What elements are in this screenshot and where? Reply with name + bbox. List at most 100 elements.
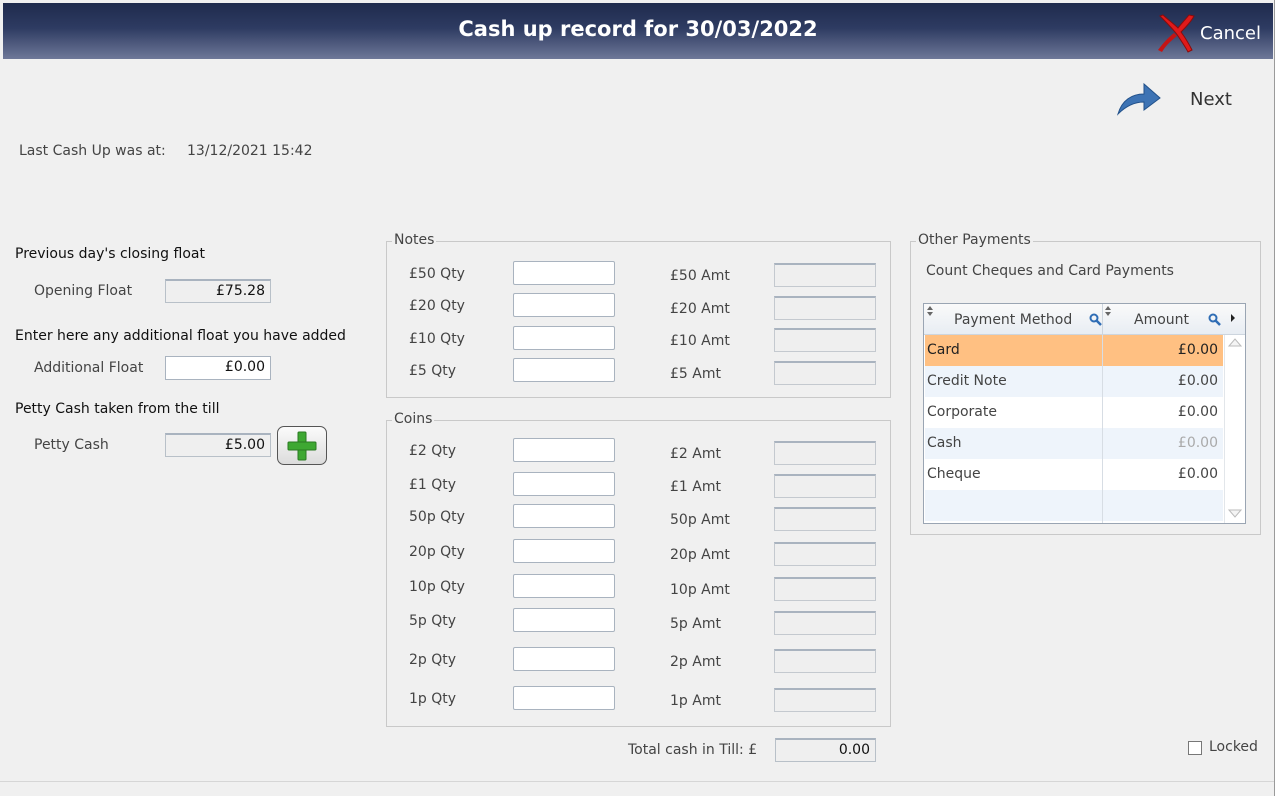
- title-bar: Cash up record for 30/03/2022 Cancel: [3, 3, 1273, 59]
- qty-input-10[interactable]: [513, 326, 615, 350]
- column-divider: [1102, 335, 1103, 523]
- header-divider: [1102, 304, 1103, 335]
- table-row[interactable]: Credit Note £0.00: [925, 366, 1223, 397]
- cancel-label: Cancel: [1200, 22, 1261, 44]
- grid-header: Payment Method Amount: [924, 304, 1245, 335]
- amt-label-1p: 1p Amt: [670, 693, 721, 709]
- qty-input-20p[interactable]: [513, 539, 615, 563]
- qty-label-1pound: £1 Qty: [409, 477, 457, 493]
- qty-input-1pound[interactable]: [513, 472, 615, 496]
- amt-label-1pound: £1 Amt: [670, 479, 721, 495]
- qty-label-20p: 20p Qty: [409, 544, 465, 560]
- qty-label-50: £50 Qty: [409, 266, 465, 282]
- add-petty-cash-button[interactable]: [277, 426, 327, 465]
- amt-field-50: [774, 263, 876, 287]
- qty-input-10p[interactable]: [513, 574, 615, 598]
- qty-label-5: £5 Qty: [409, 363, 457, 379]
- additional-float-label: Additional Float: [34, 360, 144, 376]
- qty-input-50p[interactable]: [513, 504, 615, 528]
- other-payments-subtitle: Count Cheques and Card Payments: [926, 263, 1174, 279]
- petty-cash-field: £5.00: [165, 433, 271, 457]
- additional-float-heading: Enter here any additional float you have…: [15, 328, 346, 344]
- amt-field-20p: [774, 542, 876, 566]
- amt-label-10: £10 Amt: [670, 333, 730, 349]
- last-cash-up-label: Last Cash Up was at:: [19, 143, 166, 159]
- column-payment-method[interactable]: Payment Method: [954, 312, 1072, 328]
- table-row[interactable]: Corporate £0.00: [925, 397, 1223, 428]
- scroll-up-icon[interactable]: [1228, 338, 1242, 347]
- locked-checkbox[interactable]: [1188, 741, 1202, 755]
- cancel-button[interactable]: Cancel: [1154, 13, 1261, 53]
- payment-method-cell: Card: [927, 342, 960, 358]
- amount-cell: £0.00: [1177, 466, 1218, 482]
- bottom-divider: [0, 781, 1274, 782]
- qty-input-5p[interactable]: [513, 608, 615, 632]
- locked-label: Locked: [1209, 739, 1258, 755]
- qty-input-2p[interactable]: [513, 647, 615, 671]
- qty-input-20[interactable]: [513, 293, 615, 317]
- qty-label-1p: 1p Qty: [409, 691, 457, 707]
- column-amount[interactable]: Amount: [1134, 312, 1189, 328]
- amt-label-5: £5 Amt: [670, 366, 721, 382]
- qty-label-5p: 5p Qty: [409, 613, 457, 629]
- qty-input-50[interactable]: [513, 261, 615, 285]
- sort-icon[interactable]: [1104, 306, 1112, 316]
- total-cash-field: 0.00: [775, 738, 876, 762]
- next-arrow-icon: [1116, 82, 1161, 116]
- amt-field-10p: [774, 577, 876, 601]
- amt-label-5p: 5p Amt: [670, 616, 721, 632]
- amt-label-20: £20 Amt: [670, 301, 730, 317]
- amt-field-1p: [774, 688, 876, 712]
- amt-field-5: [774, 361, 876, 385]
- qty-input-5[interactable]: [513, 358, 615, 382]
- amt-label-2p: 2p Amt: [670, 654, 721, 670]
- scroll-down-icon[interactable]: [1228, 509, 1242, 518]
- table-row[interactable]: Cash £0.00: [925, 428, 1223, 459]
- amount-cell: £0.00: [1177, 404, 1218, 420]
- amt-label-10p: 10p Amt: [670, 582, 730, 598]
- amt-label-50: £50 Amt: [670, 268, 730, 284]
- sort-icon[interactable]: [926, 306, 934, 316]
- table-row[interactable]: Cheque £0.00: [925, 459, 1223, 490]
- amt-field-2pound: [774, 441, 876, 465]
- qty-label-10: £10 Qty: [409, 331, 465, 347]
- qty-label-50p: 50p Qty: [409, 509, 465, 525]
- coins-legend: Coins: [392, 411, 435, 427]
- coins-group: Coins: [386, 411, 891, 727]
- column-menu-icon[interactable]: [1230, 314, 1236, 322]
- previous-float-heading: Previous day's closing float: [15, 246, 205, 262]
- amt-field-5p: [774, 611, 876, 635]
- opening-float-field: £75.28: [165, 279, 271, 303]
- cancel-x-icon: [1158, 14, 1195, 53]
- amt-field-10: [774, 328, 876, 352]
- qty-label-2pound: £2 Qty: [409, 443, 457, 459]
- table-row: [925, 490, 1223, 521]
- additional-float-input[interactable]: £0.00: [165, 356, 271, 380]
- amt-field-1pound: [774, 474, 876, 498]
- payment-method-cell: Credit Note: [927, 373, 1007, 389]
- next-button[interactable]: Next: [1116, 80, 1232, 118]
- window-edge: [1274, 0, 1281, 796]
- opening-float-label: Opening Float: [34, 283, 133, 299]
- amt-field-50p: [774, 507, 876, 531]
- other-payments-legend: Other Payments: [916, 232, 1033, 248]
- amount-cell: £0.00: [1177, 373, 1218, 389]
- search-icon[interactable]: [1208, 313, 1222, 327]
- amt-label-2pound: £2 Amt: [670, 446, 721, 462]
- plus-icon: [287, 431, 317, 460]
- qty-input-1p[interactable]: [513, 686, 615, 710]
- petty-cash-label: Petty Cash: [34, 437, 109, 453]
- qty-label-10p: 10p Qty: [409, 579, 465, 595]
- qty-input-2pound[interactable]: [513, 438, 615, 462]
- payment-method-cell: Cash: [927, 435, 962, 451]
- last-cash-up-value: 13/12/2021 15:42: [187, 143, 313, 159]
- grid-scrollbar[interactable]: [1224, 335, 1245, 523]
- payments-grid: Payment Method Amount Card £0.00 Credit …: [923, 303, 1246, 524]
- table-row[interactable]: Card £0.00: [925, 335, 1223, 366]
- notes-legend: Notes: [392, 232, 437, 248]
- payment-method-cell: Cheque: [927, 466, 981, 482]
- amount-cell: £0.00: [1177, 342, 1218, 358]
- qty-label-20: £20 Qty: [409, 298, 465, 314]
- search-icon[interactable]: [1089, 313, 1103, 327]
- qty-label-2p: 2p Qty: [409, 652, 457, 668]
